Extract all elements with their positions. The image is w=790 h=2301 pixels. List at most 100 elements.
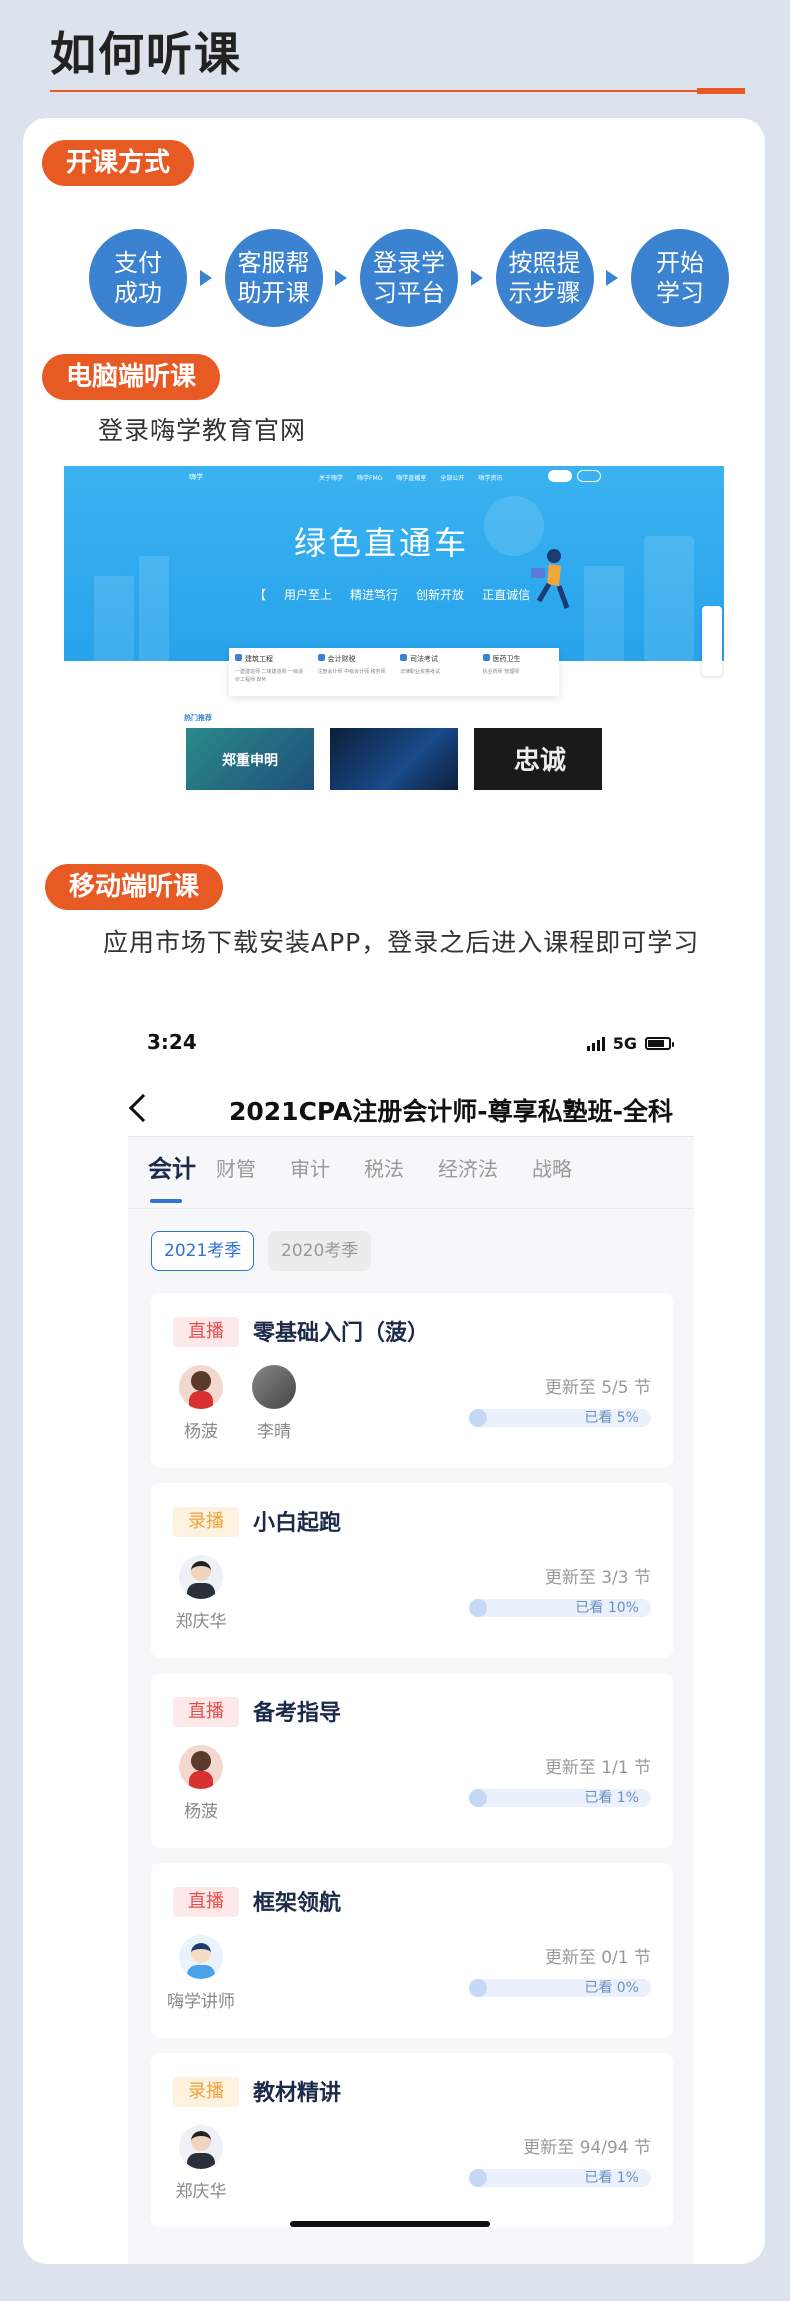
course-title: 2021CPA注册会计师-尊享私塾班-全科 <box>229 1097 674 1126</box>
course-card-title: 备考指导 <box>253 1701 342 1726</box>
runner-illustration-icon <box>531 549 570 609</box>
update-status: 更新至 1/1 节 <box>544 1758 651 1778</box>
website-nav-item[interactable]: 关于嗨学 <box>319 473 343 482</box>
live-badge: 直播 <box>173 1697 239 1727</box>
website-nav-item[interactable]: 嗨学FMG <box>357 473 382 482</box>
avatar <box>179 1555 223 1599</box>
step-pay-success: 支付 成功 <box>89 229 187 327</box>
step-follow-prompt: 按照提 示步骤 <box>495 229 594 327</box>
content-card: 开课方式 支付 成功 客服帮 助开课 登录学 习平台 按照提 示步骤 开始 学习 电脑端听… <box>23 118 765 2264</box>
network-label: 5G <box>612 1034 637 1053</box>
website-hero-title: 绿色直通车 <box>294 524 470 562</box>
home-indicator <box>290 2221 490 2227</box>
avatar <box>252 1365 296 1409</box>
live-badge: 直播 <box>173 1887 239 1917</box>
title-divider-accent <box>697 88 745 94</box>
tab-economic-law[interactable]: 经济法 <box>438 1153 498 1182</box>
open-course-steps: 支付 成功 客服帮 助开课 登录学 习平台 按照提 示步骤 开始 学习 <box>89 228 729 328</box>
teacher: 嗨学讲师 <box>166 1935 236 2012</box>
course-card[interactable]: 录播 小白起跑 郑庆华 更新至 3/3 节 已看 10% <box>151 1483 673 1658</box>
course-card-title: 教材精讲 <box>253 2081 342 2106</box>
page-title: 如何听课 <box>50 27 242 81</box>
course-card[interactable]: 录播 教材精讲 郑庆华 更新至 94/94 节 已看 1% <box>151 2053 673 2228</box>
tab-audit[interactable]: 审计 <box>290 1153 330 1182</box>
course-card-title: 零基础入门（菠） <box>253 1321 430 1346</box>
website-hero-banner: 嗨学 关于嗨学 嗨学FMG 嗨学直播室 全部公开 嗨学资讯 绿色直通车 【 用户… <box>64 466 724 661</box>
teacher: 李晴 <box>239 1365 309 1442</box>
course-content: 会计 财管 审计 税法 经济法 战略 2021考季 2020考季 直播 零基础入… <box>128 1136 694 2264</box>
avatar <box>179 1745 223 1789</box>
step-service-open: 客服帮 助开课 <box>224 229 323 327</box>
step-login-platform: 登录学 习平台 <box>360 229 458 327</box>
status-bar: 3:24 5G <box>105 1018 705 1068</box>
website-login-button[interactable] <box>548 470 572 482</box>
avatar <box>179 2125 223 2169</box>
course-card[interactable]: 直播 备考指导 杨菠 更新至 1/1 节 已看 1% <box>151 1673 673 1848</box>
arrow-right-icon <box>335 270 348 286</box>
tab-strategy[interactable]: 战略 <box>532 1153 572 1182</box>
avatar <box>179 1935 223 1979</box>
update-status: 更新至 94/94 节 <box>523 2138 651 2158</box>
course-card-title: 小白起跑 <box>253 1511 342 1536</box>
watch-progress: 已看 5% <box>469 1409 651 1427</box>
website-hot-label: 热门推荐 <box>184 714 212 722</box>
teacher: 郑庆华 <box>166 1555 236 1632</box>
website-thumb[interactable]: 忠诚 <box>474 728 602 790</box>
website-nav-item[interactable]: 嗨学直播室 <box>396 473 426 482</box>
update-status: 更新至 0/1 节 <box>544 1948 651 1968</box>
recorded-badge: 录播 <box>173 2077 239 2107</box>
website-category[interactable]: 会计财税 注册会计师 中级会计师 税务师 <box>312 648 395 696</box>
website-thumb[interactable] <box>330 728 458 790</box>
mobile-instruction: 应用市场下载安装APP，登录之后进入课程即可学习 <box>103 928 700 957</box>
title-divider <box>50 90 745 92</box>
website-nav-item[interactable]: 全部公开 <box>440 473 464 482</box>
subject-tabs: 会计 财管 审计 税法 经济法 战略 <box>128 1137 694 1209</box>
arrow-right-icon <box>470 270 483 286</box>
website-side-toolbar[interactable] <box>702 606 722 676</box>
watch-progress: 已看 10% <box>469 1599 651 1617</box>
season-2020-button[interactable]: 2020考季 <box>268 1231 372 1271</box>
course-card[interactable]: 直播 零基础入门（菠） 杨菠 李晴 更新至 5/5 节 已看 5% <box>151 1293 673 1468</box>
step-start-learning: 开始 学习 <box>631 229 729 327</box>
avatar <box>179 1365 223 1409</box>
status-time: 3:24 <box>147 1030 197 1054</box>
section-label-mobile: 移动端听课 <box>45 864 224 910</box>
website-category-bar: 建筑工程 一建建造师 二级建造师 一级造价工程师 BIM 会计财税 注册会计师 中级… <box>229 648 559 696</box>
nav-bar: 2021CPA注册会计师-尊享私塾班-全科 <box>105 1086 705 1136</box>
teacher: 郑庆华 <box>166 2125 236 2202</box>
season-2021-button[interactable]: 2021考季 <box>151 1231 255 1271</box>
website-category[interactable]: 建筑工程 一建建造师 二级建造师 一级造价工程师 BIM <box>229 648 312 696</box>
phone-screenshot: 3:24 5G 2021CPA注册会计师-尊享私塾班-全科 会计 财管 审计 税… <box>105 1018 705 2264</box>
tab-accounting[interactable]: 会计 <box>148 1149 196 1184</box>
signal-icon <box>586 1036 605 1051</box>
website-thumb[interactable]: 郑重申明 <box>186 728 314 790</box>
active-tab-indicator <box>150 1199 182 1203</box>
section-label-open-course: 开课方式 <box>42 140 195 186</box>
website-category[interactable]: 医药卫生 执业药师 管理师 <box>477 648 560 696</box>
website-nav-item[interactable]: 嗨学资讯 <box>478 473 502 482</box>
watch-progress: 已看 1% <box>469 2169 651 2187</box>
pc-instruction: 登录嗨学教育官网 <box>98 416 307 445</box>
course-card-title: 框架领航 <box>253 1891 342 1916</box>
website-screenshot: 嗨学 关于嗨学 嗨学FMG 嗨学直播室 全部公开 嗨学资讯 绿色直通车 【 用户… <box>64 466 724 796</box>
recorded-badge: 录播 <box>173 1507 239 1537</box>
back-icon[interactable] <box>128 1093 158 1123</box>
page-header: 如何听课 <box>50 24 745 94</box>
battery-icon <box>645 1037 674 1050</box>
watch-progress: 已看 1% <box>469 1789 651 1807</box>
update-status: 更新至 5/5 节 <box>544 1378 651 1398</box>
website-nav: 嗨学 关于嗨学 嗨学FMG 嗨学直播室 全部公开 嗨学资讯 <box>64 466 724 488</box>
course-card[interactable]: 直播 框架领航 嗨学讲师 更新至 0/1 节 已看 0% <box>151 1863 673 2038</box>
section-label-pc: 电脑端听课 <box>42 354 221 400</box>
tab-tax-law[interactable]: 税法 <box>364 1153 404 1182</box>
arrow-right-icon <box>199 270 212 286</box>
teacher: 杨菠 <box>166 1365 236 1442</box>
website-register-button[interactable] <box>577 470 601 482</box>
website-category[interactable]: 司法考试 法律职业资格考试 <box>394 648 477 696</box>
tab-financial-management[interactable]: 财管 <box>216 1153 256 1182</box>
update-status: 更新至 3/3 节 <box>544 1568 651 1588</box>
live-badge: 直播 <box>173 1317 239 1347</box>
teacher: 杨菠 <box>166 1745 236 1822</box>
watch-progress: 已看 0% <box>469 1979 651 1997</box>
website-slogans: 【 用户至上 精进笃行 创新开放 正直诚信 <box>254 588 531 602</box>
